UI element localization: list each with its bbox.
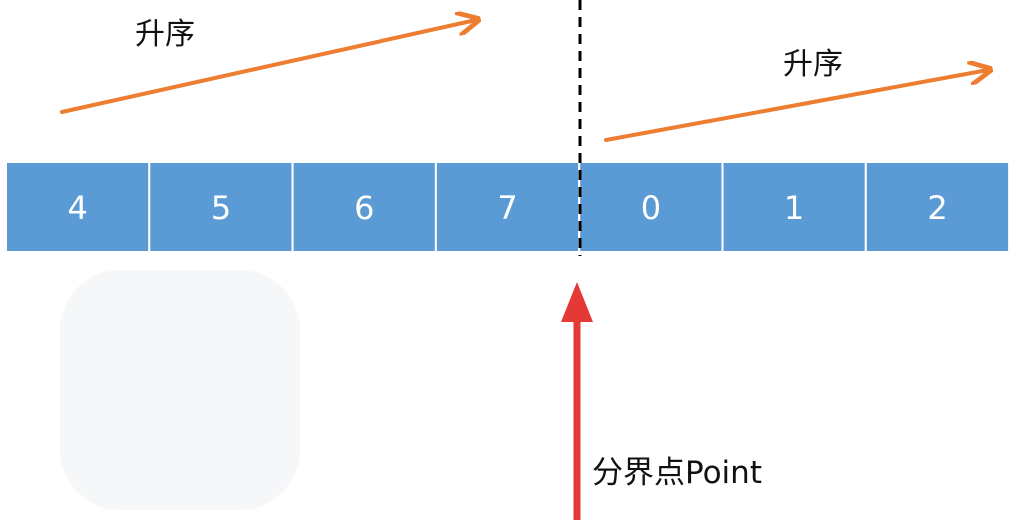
array-cell: 0 [578, 161, 724, 253]
array-cell-value: 7 [497, 189, 517, 227]
array-cell: 1 [721, 161, 867, 253]
array-cell: 2 [864, 161, 1011, 253]
ascending-arrow-left [60, 20, 476, 114]
array-cell: 7 [434, 161, 581, 253]
array-cell-value: 2 [927, 189, 947, 227]
split-point-label: 分界点Point [592, 455, 762, 491]
ascending-label-left: 升序 [135, 17, 195, 52]
split-point-arrow-head [561, 282, 593, 322]
array-cell: 6 [291, 161, 437, 253]
array-row: 4 5 6 7 0 1 2 [5, 161, 1011, 253]
ascending-label-right: 升序 [783, 47, 843, 82]
array-cell-value: 0 [641, 189, 661, 227]
array-cell: 5 [148, 161, 294, 253]
array-cell-value: 5 [211, 189, 231, 227]
array-cell: 4 [5, 161, 151, 253]
array-cell-value: 1 [784, 189, 804, 227]
array-cell-value: 4 [68, 189, 88, 227]
array-cell-value: 6 [354, 189, 374, 227]
rotated-array-diagram: 4 5 6 7 0 1 2 [5, 0, 1011, 520]
